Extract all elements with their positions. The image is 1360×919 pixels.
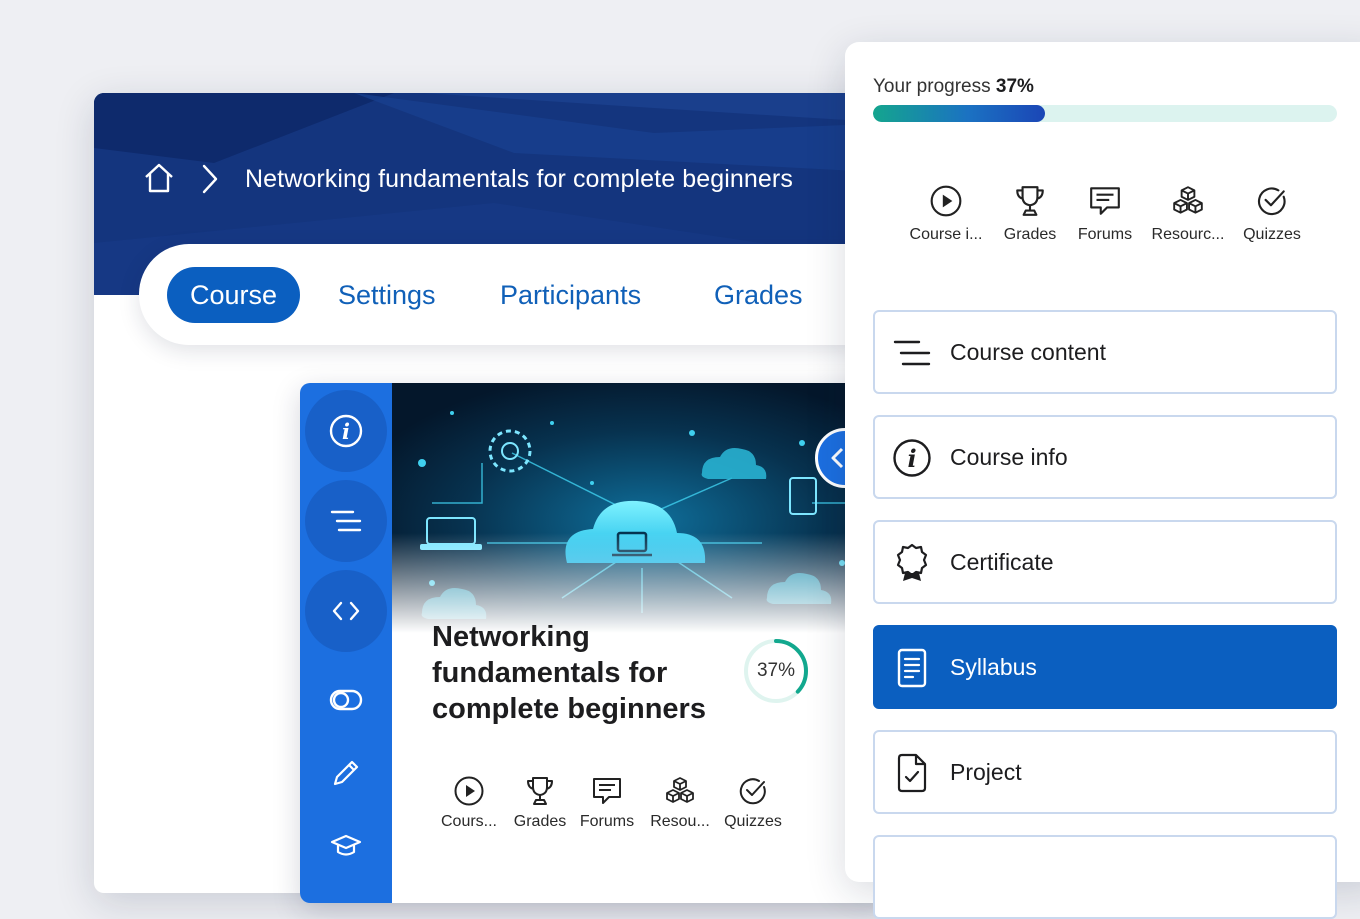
check-circle-icon	[737, 775, 769, 807]
rail-course-info-button[interactable]: i	[305, 390, 387, 472]
nav-label: Project	[950, 759, 1022, 785]
course-title: Networking fundamentals for complete beg…	[432, 621, 706, 725]
cubes-icon	[1171, 184, 1205, 218]
svg-text:i: i	[907, 444, 916, 473]
forum-icon	[1088, 184, 1122, 218]
home-icon[interactable]	[143, 162, 175, 194]
course-index-icon	[892, 333, 932, 373]
progress-bar-fill	[873, 105, 1045, 122]
panel-quick-access-course-index[interactable]: Course i...	[901, 184, 991, 244]
nav-course-info[interactable]: i Course info	[873, 415, 1337, 499]
tab-grades[interactable]: Grades	[714, 267, 803, 323]
progress-label-text: Your progress	[873, 76, 991, 97]
info-icon: i	[329, 414, 363, 448]
document-icon	[892, 648, 932, 688]
nav-certificate[interactable]: Certificate	[873, 520, 1337, 604]
quick-access-label: Resou...	[650, 813, 710, 830]
svg-text:i: i	[342, 419, 350, 444]
course-index-icon	[330, 510, 362, 532]
nav-label: Course content	[950, 339, 1106, 365]
tab-participants[interactable]: Participants	[500, 267, 641, 323]
nav-syllabus[interactable]: Syllabus	[873, 625, 1337, 709]
cubes-icon	[664, 775, 696, 807]
nav-label: Course info	[950, 444, 1068, 470]
play-icon	[453, 775, 485, 807]
quick-access-label: Course i...	[909, 226, 983, 243]
tab-course[interactable]: Course	[167, 267, 301, 323]
nav-course-content[interactable]: Course content	[873, 310, 1337, 394]
panel-quick-access-quizzes[interactable]: Quizzes	[1227, 184, 1317, 244]
chevron-right-icon	[200, 163, 220, 195]
nav-more-item[interactable]	[873, 835, 1337, 919]
trophy-icon	[524, 775, 556, 807]
quick-access-quizzes[interactable]: Quizzes	[711, 775, 795, 831]
progress-bar	[873, 105, 1337, 122]
pencil-icon[interactable]	[328, 755, 364, 791]
forum-icon	[591, 775, 623, 807]
code-icon	[332, 601, 360, 621]
quick-access-forums[interactable]: Forums	[565, 775, 649, 831]
play-icon	[929, 184, 963, 218]
info-icon: i	[892, 438, 932, 478]
quick-access-label: Quizzes	[724, 813, 782, 830]
course-side-rail: i	[300, 383, 392, 903]
trophy-icon	[1013, 184, 1047, 218]
nav-label: Certificate	[950, 549, 1054, 575]
graduation-cap-icon[interactable]	[328, 828, 364, 864]
panel-quick-access-resources[interactable]: Resourc...	[1143, 184, 1233, 244]
quick-access-label: Quizzes	[1243, 226, 1301, 243]
quick-access-label: Resourc...	[1151, 226, 1225, 243]
quick-access-label: Forums	[1077, 226, 1133, 243]
course-navigation-panel: Your progress 37% Course i... Grades For…	[845, 42, 1360, 919]
progress-percent: 37%	[995, 76, 1034, 97]
course-progress-percent: 37%	[756, 660, 796, 681]
rail-code-button[interactable]	[305, 570, 387, 652]
check-circle-icon	[1255, 184, 1289, 218]
course-card: i Networking fundamentals for complete b…	[300, 383, 900, 903]
course-tab-bar: Course Settings Participants Grades	[139, 244, 899, 345]
file-check-icon	[892, 753, 932, 793]
quick-access-resources[interactable]: Resou...	[638, 775, 722, 831]
breadcrumb-course-title[interactable]: Networking fundamentals for complete beg…	[245, 165, 793, 194]
nav-project[interactable]: Project	[873, 730, 1337, 814]
panel-quick-access-forums[interactable]: Forums	[1060, 184, 1150, 244]
rail-course-index-button[interactable]	[305, 480, 387, 562]
quick-access-label: Forums	[579, 813, 635, 830]
course-banner-image	[392, 383, 900, 633]
progress-label: Your progress 37%	[873, 76, 1034, 98]
certificate-icon	[892, 543, 932, 583]
nav-label: Syllabus	[950, 654, 1037, 680]
tab-settings[interactable]: Settings	[338, 267, 436, 323]
toggle-icon[interactable]	[328, 682, 364, 718]
